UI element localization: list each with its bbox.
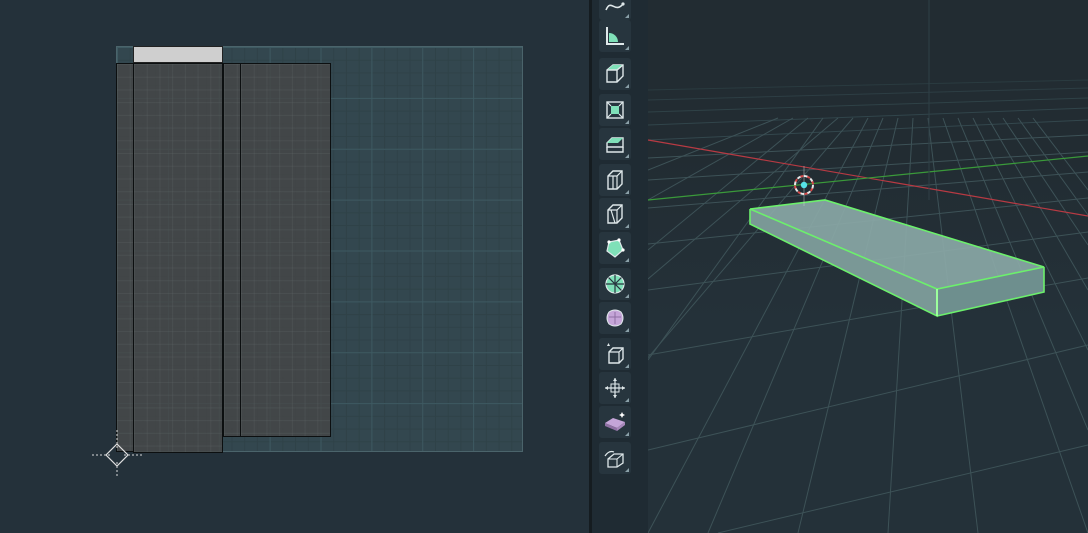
uv-island-top-strip[interactable] bbox=[133, 46, 223, 63]
add-cube-icon bbox=[606, 64, 624, 83]
uv-island-left-strip[interactable] bbox=[116, 63, 134, 452]
shrink-fatten-tool[interactable] bbox=[599, 406, 631, 438]
add-cube-tool[interactable] bbox=[599, 58, 631, 90]
smooth-icon bbox=[607, 343, 624, 364]
annotate-tool[interactable] bbox=[599, 0, 631, 20]
poly-build-icon bbox=[605, 274, 625, 294]
poly-build-tool[interactable] bbox=[599, 268, 631, 300]
loop-cut-icon bbox=[607, 204, 623, 224]
shear-icon bbox=[604, 450, 624, 468]
edge-slide-icon bbox=[605, 378, 625, 398]
spin-tool[interactable] bbox=[599, 302, 631, 334]
measure-tool[interactable] bbox=[599, 20, 631, 52]
edge-slide-tool[interactable] bbox=[599, 372, 631, 404]
measure-icon bbox=[606, 27, 624, 45]
spin-icon bbox=[606, 309, 624, 327]
3d-cursor-icon[interactable] bbox=[794, 166, 814, 206]
inset-faces-icon bbox=[606, 137, 624, 153]
loop-cut-tool[interactable] bbox=[599, 198, 631, 230]
inset-faces-tool[interactable] bbox=[599, 128, 631, 160]
uv-editor-area[interactable] bbox=[0, 0, 589, 533]
tool-shelf bbox=[592, 0, 648, 533]
uv-island-center-left[interactable] bbox=[133, 63, 223, 453]
3d-viewport[interactable] bbox=[648, 0, 1088, 533]
2d-cursor-icon[interactable] bbox=[92, 430, 142, 480]
rip-region-icon bbox=[603, 482, 627, 506]
annotate-icon bbox=[605, 2, 625, 11]
floor-grid bbox=[648, 79, 1088, 533]
extrude-region-icon bbox=[606, 101, 624, 119]
bevel-icon bbox=[607, 170, 623, 190]
shear-tool[interactable] bbox=[599, 442, 631, 474]
uv-island-center-right[interactable] bbox=[240, 63, 331, 437]
viewport-scene bbox=[648, 0, 1088, 533]
uv-island-narrow-strip[interactable] bbox=[223, 63, 241, 437]
shrink-fatten-icon bbox=[605, 412, 625, 431]
extrude-region-tool[interactable] bbox=[599, 94, 631, 126]
bevel-tool[interactable] bbox=[599, 164, 631, 196]
smooth-tool[interactable] bbox=[599, 338, 631, 370]
knife-icon bbox=[606, 238, 625, 258]
knife-tool[interactable] bbox=[599, 232, 631, 264]
